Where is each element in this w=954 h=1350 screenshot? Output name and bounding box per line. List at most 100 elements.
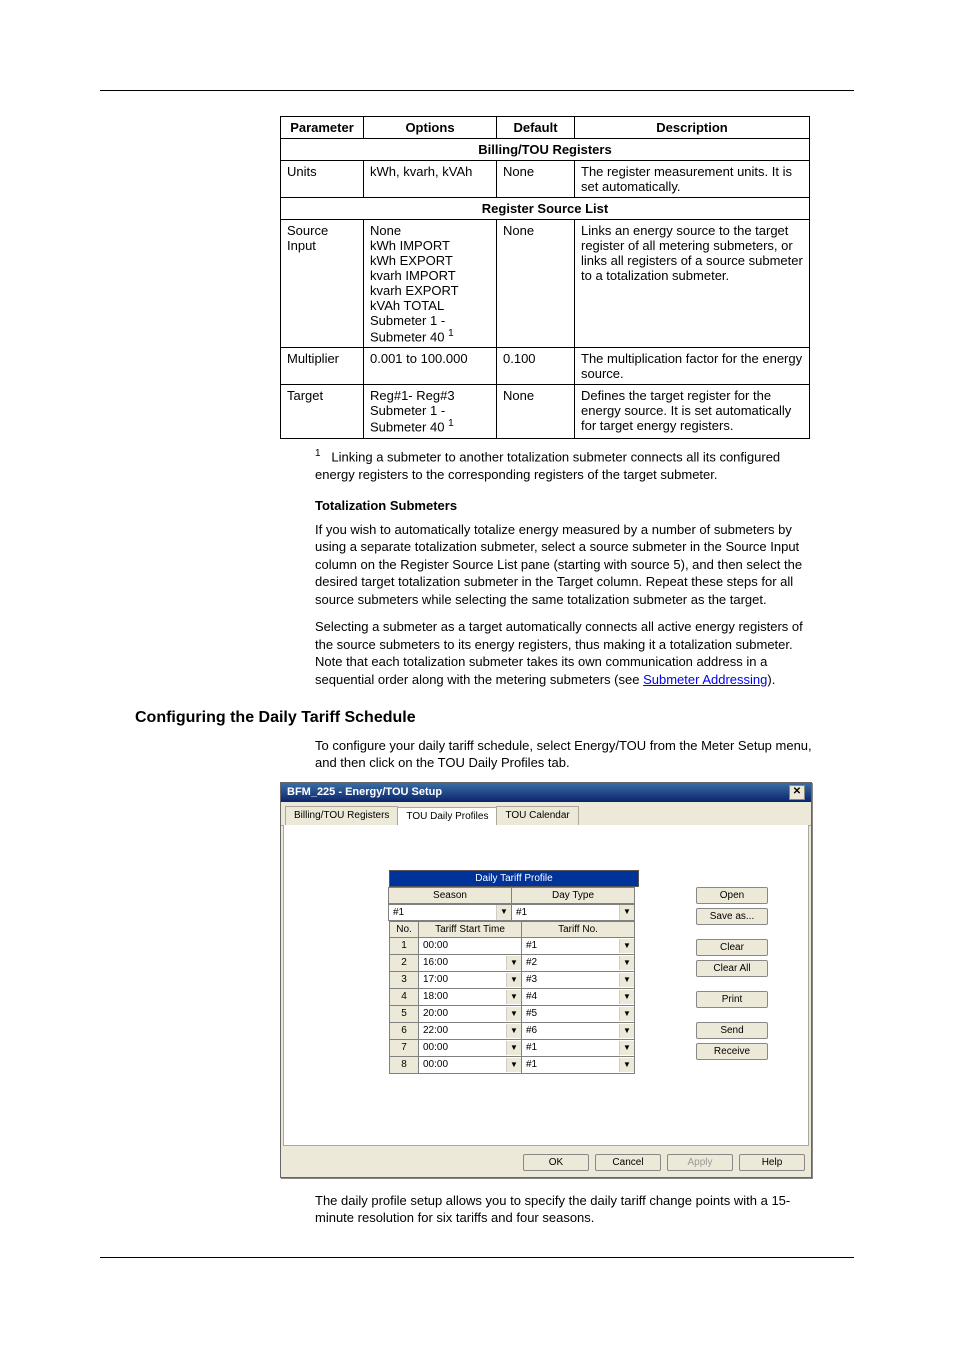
dialog-footer: OK Cancel Apply Help	[281, 1148, 811, 1177]
tariff-no-cell[interactable]: #4▼	[522, 988, 635, 1005]
tariff-no-cell[interactable]: #1▼	[522, 1039, 635, 1056]
chevron-down-icon[interactable]: ▼	[506, 990, 521, 1004]
opt-line: kVAh TOTAL	[370, 298, 444, 313]
chevron-down-icon[interactable]: ▼	[619, 939, 634, 953]
profile-title: Daily Tariff Profile	[389, 870, 639, 887]
tab-daily-profiles[interactable]: TOU Daily Profiles	[397, 807, 497, 826]
totalization-p2: Selecting a submeter as a target automat…	[315, 618, 815, 688]
tab-tou-calendar[interactable]: TOU Calendar	[496, 806, 578, 825]
footnote: 1 Linking a submeter to another totaliza…	[315, 447, 815, 483]
chevron-down-icon[interactable]: ▼	[506, 1024, 521, 1038]
chevron-down-icon[interactable]: ▼	[506, 1058, 521, 1072]
header-season: Season	[388, 887, 512, 904]
daytype-select[interactable]: #1 ▼	[511, 904, 635, 921]
chevron-down-icon[interactable]: ▼	[619, 905, 634, 920]
receive-button[interactable]: Receive	[696, 1043, 768, 1060]
footnote-ref: 1	[448, 418, 454, 429]
chevron-down-icon[interactable]: ▼	[619, 1024, 634, 1038]
th-parameter: Parameter	[281, 117, 364, 139]
chevron-down-icon[interactable]: ▼	[619, 956, 634, 970]
table-row: 622:00▼#6▼	[390, 1022, 635, 1039]
row-number: 4	[390, 988, 419, 1005]
season-value: #1	[389, 905, 496, 920]
tariff-no-cell[interactable]: #1▼	[522, 1056, 635, 1073]
start-time-cell[interactable]: 00:00▼	[419, 1056, 522, 1073]
clear-button[interactable]: Clear	[696, 939, 768, 956]
table-row: 700:00▼#1▼	[390, 1039, 635, 1056]
header-daytype: Day Type	[511, 887, 635, 904]
cancel-button[interactable]: Cancel	[595, 1154, 661, 1171]
help-button[interactable]: Help	[739, 1154, 805, 1171]
parameter-table: Parameter Options Default Description Bi…	[280, 116, 810, 439]
row-number: 6	[390, 1022, 419, 1039]
cell-default: None	[497, 161, 575, 198]
row-target: Target Reg#1- Reg#3 Submeter 1 - Submete…	[281, 385, 810, 438]
clearall-button[interactable]: Clear All	[696, 960, 768, 977]
tariff-no-cell[interactable]: #1▼	[522, 937, 635, 954]
tariff-no-cell[interactable]: #6▼	[522, 1022, 635, 1039]
chevron-down-icon[interactable]: ▼	[619, 973, 634, 987]
row-number: 2	[390, 954, 419, 971]
table-row: 216:00▼#2▼	[390, 954, 635, 971]
p2-text-b: ).	[767, 672, 775, 687]
profile-area: Daily Tariff Profile Season Day Type #1 …	[389, 870, 639, 1074]
dialog-button-column: Open Save as... Clear Clear All Print Se…	[696, 887, 768, 1060]
dialog-title-text: BFM_225 - Energy/TOU Setup	[287, 786, 442, 798]
h2-intro-text: To configure your daily tariff schedule,…	[315, 737, 815, 772]
th-options: Options	[364, 117, 497, 139]
opt-line: kWh EXPORT	[370, 253, 453, 268]
chevron-down-icon[interactable]: ▼	[496, 905, 511, 920]
chevron-down-icon[interactable]: ▼	[506, 973, 521, 987]
cell-options: Reg#1- Reg#3 Submeter 1 - Submeter 40 1	[364, 385, 497, 438]
configuring-daily-tariff-heading: Configuring the Daily Tariff Schedule	[135, 709, 854, 727]
start-time-cell[interactable]: 20:00▼	[419, 1005, 522, 1022]
saveas-button[interactable]: Save as...	[696, 908, 768, 925]
season-select[interactable]: #1 ▼	[388, 904, 512, 921]
table-row: 520:00▼#5▼	[390, 1005, 635, 1022]
open-button[interactable]: Open	[696, 887, 768, 904]
cell-default: None	[497, 220, 575, 348]
header-rule	[100, 90, 854, 91]
dialog-titlebar: BFM_225 - Energy/TOU Setup ✕	[281, 783, 811, 802]
chevron-down-icon[interactable]: ▼	[619, 1058, 634, 1072]
start-time-cell[interactable]: 00:00	[419, 937, 522, 954]
totalization-heading: Totalization Submeters	[315, 497, 815, 515]
opt-line: kvarh EXPORT	[370, 283, 459, 298]
close-icon[interactable]: ✕	[789, 785, 805, 800]
cell-param: Source Input	[281, 220, 364, 348]
row-source-input: Source Input None kWh IMPORT kWh EXPORT …	[281, 220, 810, 348]
col-tariff-no: Tariff No.	[522, 921, 635, 937]
submeter-addressing-link[interactable]: Submeter Addressing	[643, 672, 767, 687]
table-row: 800:00▼#1▼	[390, 1056, 635, 1073]
cell-desc: The register measurement units. It is se…	[575, 161, 810, 198]
start-time-cell[interactable]: 00:00▼	[419, 1039, 522, 1056]
col-start-time: Tariff Start Time	[419, 921, 522, 937]
col-no: No.	[390, 921, 419, 937]
ok-button[interactable]: OK	[523, 1154, 589, 1171]
start-time-cell[interactable]: 18:00▼	[419, 988, 522, 1005]
opt-line: Reg#1- Reg#3	[370, 388, 455, 403]
cell-param: Units	[281, 161, 364, 198]
send-button[interactable]: Send	[696, 1022, 768, 1039]
tariff-no-cell[interactable]: #5▼	[522, 1005, 635, 1022]
chevron-down-icon[interactable]: ▼	[619, 990, 634, 1004]
chevron-down-icon[interactable]: ▼	[619, 1041, 634, 1055]
start-time-cell[interactable]: 16:00▼	[419, 954, 522, 971]
totalization-p1: If you wish to automatically totalize en…	[315, 521, 815, 609]
print-button[interactable]: Print	[696, 991, 768, 1008]
start-time-cell[interactable]: 17:00▼	[419, 971, 522, 988]
chevron-down-icon[interactable]: ▼	[506, 956, 521, 970]
start-time-cell[interactable]: 22:00▼	[419, 1022, 522, 1039]
section-register-source: Register Source List	[281, 198, 810, 220]
tariff-no-cell[interactable]: #2▼	[522, 954, 635, 971]
chevron-down-icon[interactable]: ▼	[506, 1041, 521, 1055]
opt-line: Submeter 1 - Submeter 40	[370, 313, 445, 344]
tab-billing-registers[interactable]: Billing/TOU Registers	[285, 806, 398, 825]
tab-body: Daily Tariff Profile Season Day Type #1 …	[283, 825, 809, 1146]
apply-button[interactable]: Apply	[667, 1154, 733, 1171]
tariff-no-cell[interactable]: #3▼	[522, 971, 635, 988]
chevron-down-icon[interactable]: ▼	[506, 1007, 521, 1021]
table-row: 100:00#1▼	[390, 937, 635, 954]
section-billing: Billing/TOU Registers	[281, 139, 810, 161]
chevron-down-icon[interactable]: ▼	[619, 1007, 634, 1021]
